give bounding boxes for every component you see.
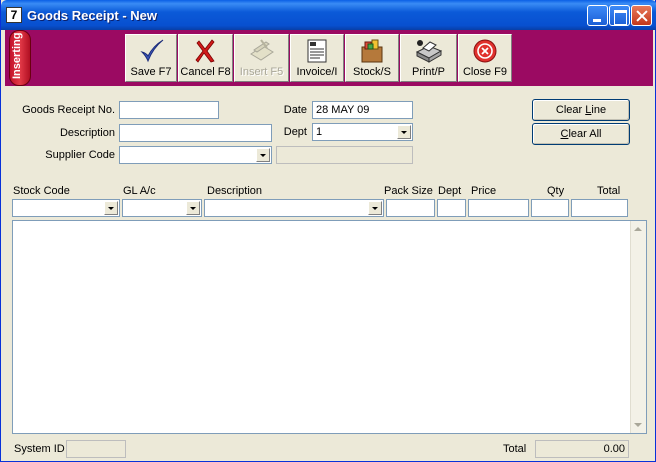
close-circle-icon xyxy=(473,39,497,63)
chevron-down-icon[interactable] xyxy=(186,201,200,215)
receipt-no-input[interactable] xyxy=(119,101,219,119)
receipt-lines-grid[interactable] xyxy=(12,220,647,434)
col-stock-code: Stock Code xyxy=(13,185,70,197)
line-description-dropdown[interactable] xyxy=(204,199,384,217)
goods-receipt-window: 7 Goods Receipt - New Inserting Save F7 … xyxy=(0,0,656,462)
save-button[interactable]: Save F7 xyxy=(125,34,177,82)
title-bar[interactable]: 7 Goods Receipt - New xyxy=(1,0,656,30)
save-label: Save F7 xyxy=(130,66,172,78)
description-input[interactable] xyxy=(119,124,272,142)
col-price: Price xyxy=(471,185,497,197)
close-label: Close F9 xyxy=(462,66,508,78)
print-label: Print/P xyxy=(411,66,445,78)
line-total-input[interactable] xyxy=(571,199,628,217)
window-title: Goods Receipt - New xyxy=(27,8,158,23)
system-id-display xyxy=(66,440,126,458)
chevron-down-icon[interactable] xyxy=(397,125,411,139)
system-id-label: System ID xyxy=(14,443,65,455)
receipt-no-label: Goods Receipt No. xyxy=(22,104,115,116)
checkmark-icon xyxy=(140,39,164,63)
insert-button[interactable]: Insert F5 xyxy=(234,34,289,82)
maximize-button[interactable] xyxy=(609,5,630,26)
clear-all-suffix: lear All xyxy=(568,128,602,140)
clear-line-prefix: Clear xyxy=(555,104,586,116)
dept-label: Dept xyxy=(283,126,307,138)
line-qty-input[interactable] xyxy=(531,199,569,217)
insert-rows-icon xyxy=(249,39,274,61)
col-qty: Qty xyxy=(547,185,565,197)
printer-icon xyxy=(415,40,442,63)
scroll-up-icon[interactable] xyxy=(634,227,642,231)
col-total: Total xyxy=(597,185,621,197)
status-tab-label: Inserting xyxy=(11,32,23,79)
total-display: 0.00 xyxy=(535,440,629,458)
dept-value: 1 xyxy=(316,126,323,138)
close-button[interactable]: Close F9 xyxy=(458,34,512,82)
scroll-down-icon[interactable] xyxy=(634,423,642,427)
chevron-down-icon[interactable] xyxy=(256,148,270,162)
invoice-label: Invoice/I xyxy=(296,66,338,78)
chevron-down-icon[interactable] xyxy=(368,201,382,215)
inserting-status-tab: Inserting xyxy=(9,30,31,86)
red-x-icon xyxy=(194,39,215,63)
supplier-name-display xyxy=(276,146,413,164)
stock-label: Stock/S xyxy=(353,66,391,78)
date-label: Date xyxy=(283,104,307,116)
stock-button[interactable]: Stock/S xyxy=(345,34,399,82)
chevron-down-icon[interactable] xyxy=(104,201,118,215)
col-gl-ac: GL A/c xyxy=(123,185,156,197)
date-input[interactable]: 28 MAY 09 xyxy=(312,101,413,119)
cancel-label: Cancel F8 xyxy=(180,66,231,78)
invoice-document-icon xyxy=(307,39,327,63)
line-stock-code-dropdown[interactable] xyxy=(12,199,120,217)
print-button[interactable]: Print/P xyxy=(400,34,457,82)
dept-dropdown[interactable]: 1 xyxy=(312,123,413,141)
line-gl-ac-dropdown[interactable] xyxy=(122,199,202,217)
line-price-input[interactable] xyxy=(468,199,529,217)
app-icon[interactable]: 7 xyxy=(6,7,22,23)
col-pack-size: Pack Size xyxy=(384,185,433,197)
description-label: Description xyxy=(59,127,115,139)
insert-label: Insert F5 xyxy=(239,66,284,78)
clear-line-suffix: ine xyxy=(591,104,607,116)
clear-line-button[interactable]: Clear Line xyxy=(532,99,630,121)
vertical-scrollbar[interactable] xyxy=(630,221,646,433)
invoice-button[interactable]: Invoice/I xyxy=(290,34,344,82)
col-description: Description xyxy=(207,185,263,197)
close-window-button[interactable] xyxy=(631,5,652,26)
cancel-button[interactable]: Cancel F8 xyxy=(178,34,233,82)
clear-all-button[interactable]: Clear All xyxy=(532,123,630,145)
col-dept: Dept xyxy=(438,185,462,197)
line-pack-size-input[interactable] xyxy=(386,199,435,217)
stock-boxes-icon xyxy=(361,39,383,63)
line-dept-input[interactable] xyxy=(437,199,466,217)
total-label: Total xyxy=(503,443,527,455)
supplier-code-dropdown[interactable] xyxy=(119,146,272,164)
supplier-code-label: Supplier Code xyxy=(45,149,115,161)
minimize-button[interactable] xyxy=(587,5,608,26)
